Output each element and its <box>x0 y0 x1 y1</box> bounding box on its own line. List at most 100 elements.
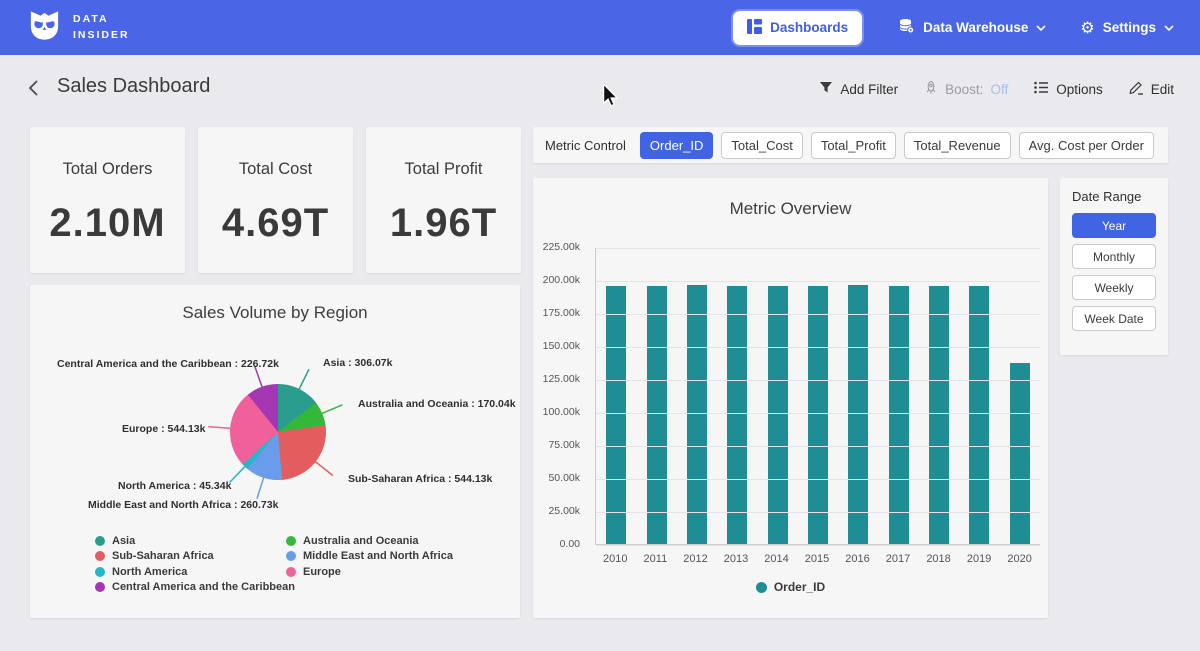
y-tick-label: 150.00k <box>543 340 580 352</box>
y-tick-label: 200.00k <box>543 274 580 286</box>
bar-2020[interactable] <box>1010 363 1030 544</box>
legend-label: Asia <box>112 535 135 547</box>
boost-status: Off <box>990 82 1008 97</box>
y-tick-label: 0.00 <box>560 538 580 550</box>
y-tick-label: 75.00k <box>548 439 580 451</box>
chart-legend[interactable]: Order_ID <box>533 580 1048 594</box>
options-button[interactable]: Options <box>1034 81 1103 97</box>
x-tick-label: 2010 <box>603 553 627 565</box>
date-range-button-year[interactable]: Year <box>1072 213 1156 238</box>
boost-label: Boost: <box>945 82 983 97</box>
list-icon <box>1034 81 1049 97</box>
legend-item[interactable]: North America <box>95 564 295 580</box>
x-tick-label: 2014 <box>764 553 788 565</box>
legend-label: Australia and Oceania <box>303 535 419 547</box>
chevron-down-icon <box>1164 20 1174 35</box>
mouse-cursor <box>600 84 622 112</box>
y-tick-label: 50.00k <box>548 472 580 484</box>
y-tick-label: 225.00k <box>543 241 580 253</box>
brand-name: DATA INSIDER <box>73 12 130 42</box>
pie-callout-label: Central America and the Caribbean : 226.… <box>57 358 279 370</box>
bar-2010[interactable] <box>606 286 626 544</box>
bar-series <box>596 248 1040 544</box>
legend-item[interactable]: Asia <box>95 533 295 549</box>
pie[interactable] <box>230 384 326 480</box>
kpi-value: 2.10M <box>30 201 185 246</box>
metric-button-total-cost[interactable]: Total_Cost <box>721 132 802 159</box>
edit-button[interactable]: Edit <box>1129 80 1174 98</box>
page-title: Sales Dashboard <box>57 75 210 98</box>
back-button[interactable] <box>27 79 40 102</box>
bar-2012[interactable] <box>687 285 707 544</box>
bar-2013[interactable] <box>727 286 747 544</box>
pie-leader-line <box>321 405 342 414</box>
metric-control-bar: Metric Control Order_ID Total_Cost Total… <box>533 127 1168 163</box>
date-range-button-week-date[interactable]: Week Date <box>1072 306 1156 331</box>
dashboards-button[interactable]: Dashboards <box>731 9 864 47</box>
settings-menu[interactable]: ⚙ Settings <box>1080 20 1174 36</box>
y-tick-label: 25.00k <box>548 505 580 517</box>
date-range-button-monthly[interactable]: Monthly <box>1072 244 1156 269</box>
pie-legend-column-2: Australia and Oceania Middle East and Nor… <box>286 533 453 580</box>
gridline <box>596 314 1040 315</box>
pie-leader-line <box>299 369 309 390</box>
legend-dot <box>286 551 296 561</box>
bar-2019[interactable] <box>969 286 989 544</box>
metric-button-avg-cost-per-order[interactable]: Avg. Cost per Order <box>1019 132 1154 159</box>
legend-dot <box>95 567 105 577</box>
legend-label: North America <box>112 566 187 578</box>
metric-button-total-revenue[interactable]: Total_Revenue <box>904 132 1011 159</box>
gridline <box>596 545 1040 546</box>
filter-icon <box>819 81 833 97</box>
boost-toggle[interactable]: Boost: Off <box>924 80 1008 98</box>
bar-2016[interactable] <box>848 285 868 544</box>
pie-callout-label: North America : 45.34k <box>118 480 231 492</box>
x-tick-label: 2016 <box>845 553 869 565</box>
legend-item[interactable]: Europe <box>286 564 453 580</box>
gridline <box>596 413 1040 414</box>
bar-2017[interactable] <box>889 286 909 544</box>
gridline <box>596 248 1040 249</box>
database-icon <box>898 18 915 37</box>
x-axis-labels: 2010201120122013201420152016201720182019… <box>595 553 1040 565</box>
legend-dot <box>95 582 105 592</box>
x-tick-label: 2012 <box>683 553 707 565</box>
legend-item[interactable]: Central America and the Caribbean <box>95 580 295 596</box>
pie-leader-line <box>315 461 333 475</box>
date-range-button-weekly[interactable]: Weekly <box>1072 275 1156 300</box>
bar-2018[interactable] <box>929 286 949 544</box>
x-tick-label: 2018 <box>926 553 950 565</box>
metric-button-order-id[interactable]: Order_ID <box>640 132 713 159</box>
x-tick-label: 2011 <box>644 553 668 565</box>
data-warehouse-menu[interactable]: Data Warehouse <box>898 18 1046 37</box>
kpi-label: Total Orders <box>30 160 185 179</box>
legend-dot <box>95 536 105 546</box>
pie-chart-card: Sales Volume by Region Asia : 306.07kAus… <box>30 285 520 618</box>
date-range-label: Date Range <box>1072 189 1156 204</box>
legend-item[interactable]: Australia and Oceania <box>286 533 453 549</box>
kpi-value: 1.96T <box>366 201 521 246</box>
add-filter-label: Add Filter <box>840 82 898 97</box>
dashboards-label: Dashboards <box>770 20 848 35</box>
add-filter-button[interactable]: Add Filter <box>819 81 898 97</box>
legend-item[interactable]: Sub-Saharan Africa <box>95 549 295 565</box>
kpi-label: Total Cost <box>198 160 353 179</box>
y-tick-label: 175.00k <box>543 307 580 319</box>
bar-2014[interactable] <box>768 286 788 544</box>
bar-2015[interactable] <box>808 286 828 544</box>
legend-item[interactable]: Middle East and North Africa <box>286 549 453 565</box>
options-label: Options <box>1056 82 1103 97</box>
bar-2011[interactable] <box>647 286 667 544</box>
chevron-down-icon <box>1036 20 1046 35</box>
metric-button-total-profit[interactable]: Total_Profit <box>811 132 896 159</box>
legend-dot <box>286 536 296 546</box>
pie-leader-line <box>257 477 264 499</box>
x-tick-label: 2015 <box>805 553 829 565</box>
gridline <box>596 281 1040 282</box>
legend-label: Middle East and North Africa <box>303 550 453 562</box>
x-tick-label: 2013 <box>724 553 748 565</box>
legend-label: Order_ID <box>774 580 825 594</box>
kpi-value: 4.69T <box>198 201 353 246</box>
y-tick-label: 125.00k <box>543 373 580 385</box>
navbar: DATA INSIDER Dashboards <box>0 0 1200 55</box>
